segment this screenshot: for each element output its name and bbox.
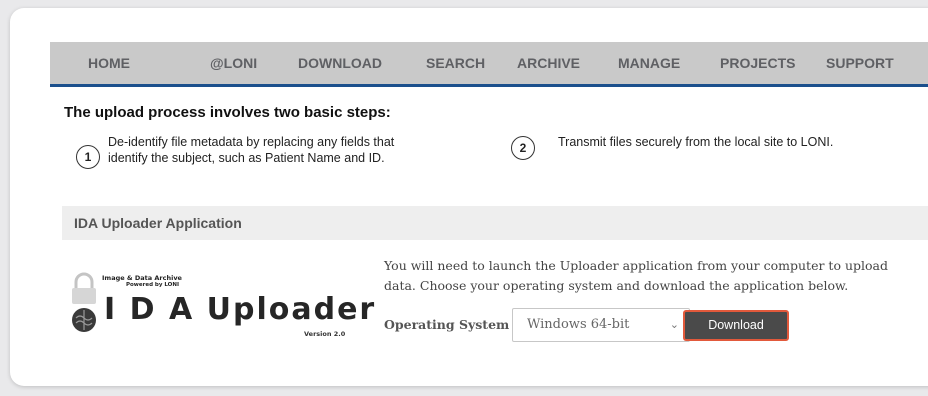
nav-projects[interactable]: PROJECTS — [720, 42, 795, 84]
logo-main-text: I D A Uploader — [104, 292, 377, 327]
nav-at-loni[interactable]: @LONI — [210, 42, 257, 84]
ida-uploader-logo: Image & Data Archive Powered by LONI I D… — [70, 262, 374, 352]
padlock-icon — [72, 272, 96, 304]
uploader-section-header: IDA Uploader Application — [62, 206, 928, 240]
logo-version: Version 2.0 — [304, 330, 346, 338]
section-title: IDA Uploader Application — [74, 215, 242, 231]
logo-sub-text: Powered by LONI — [126, 282, 179, 288]
os-selected-value: Windows 64-bit — [527, 317, 630, 332]
download-button[interactable]: Download — [683, 310, 789, 341]
nav-home[interactable]: HOME — [88, 42, 130, 84]
steps-heading: The upload process involves two basic st… — [64, 104, 391, 121]
uploader-description: You will need to launch the Uploader app… — [384, 258, 888, 293]
os-select[interactable]: Windows 64-bit ⌄ — [512, 308, 690, 342]
nav-download[interactable]: DOWNLOAD — [298, 42, 382, 84]
main-nav: HOME @LONI DOWNLOAD SEARCH ARCHIVE MANAG… — [50, 42, 928, 87]
step-2-number: 2 — [511, 136, 535, 160]
nav-support[interactable]: SUPPORT — [826, 42, 894, 84]
step-1-text: De-identify file metadata by replacing a… — [108, 135, 395, 165]
step-2-text: Transmit files securely from the local s… — [558, 135, 834, 149]
step-1-number: 1 — [76, 145, 100, 169]
os-label: Operating System — [384, 317, 510, 332]
nav-search[interactable]: SEARCH — [426, 42, 485, 84]
chevron-down-icon: ⌄ — [669, 318, 679, 331]
logo-top-text: Image & Data Archive — [102, 274, 182, 282]
nav-archive[interactable]: ARCHIVE — [517, 42, 580, 84]
brain-icon — [72, 308, 96, 332]
nav-manage[interactable]: MANAGE — [618, 42, 680, 84]
